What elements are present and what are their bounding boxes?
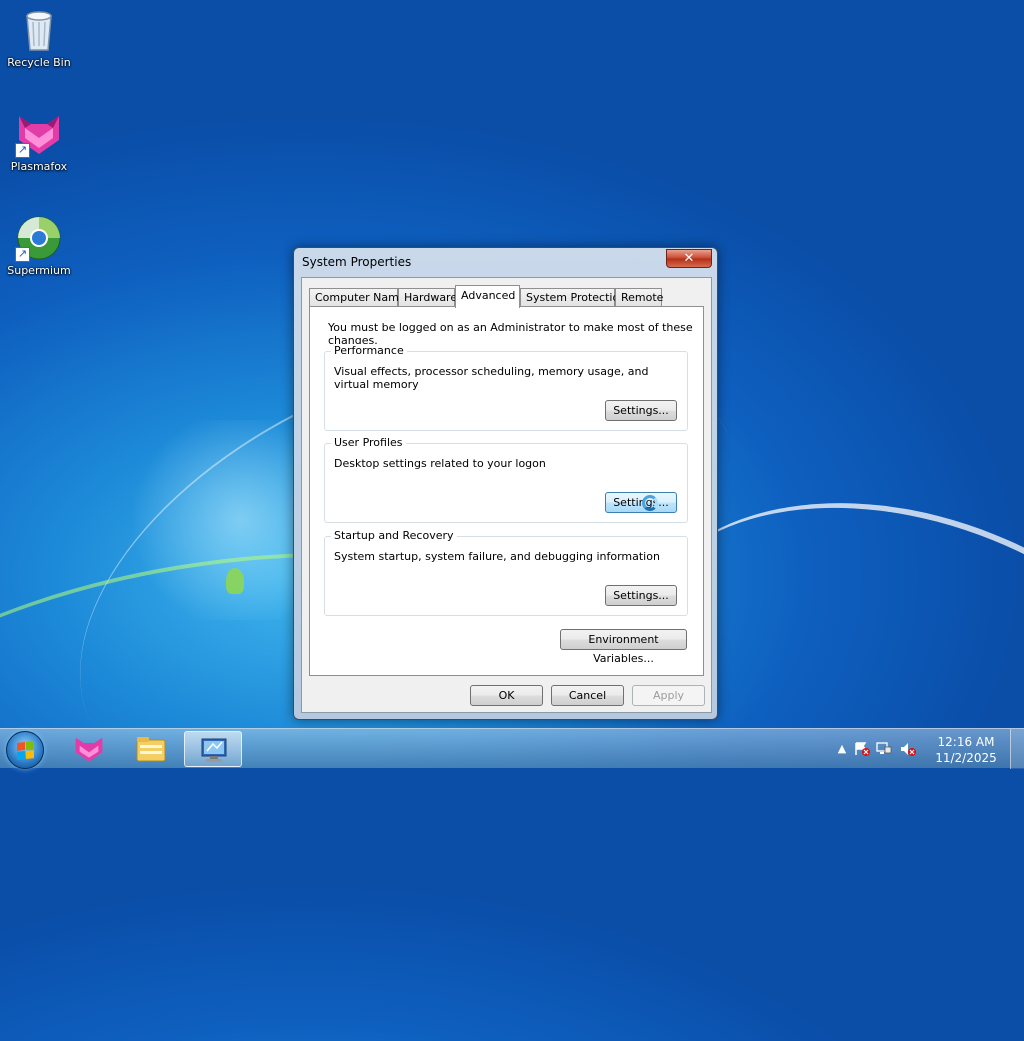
group-description: Desktop settings related to your logon xyxy=(334,457,546,470)
group-description: System startup, system failure, and debu… xyxy=(334,550,660,563)
system-properties-dialog: System Properties ✕ Computer Name Hardwa… xyxy=(293,247,718,720)
shortcut-arrow-icon: ↗ xyxy=(15,143,30,158)
environment-variables-button[interactable]: Environment Variables... xyxy=(560,629,687,665)
volume-muted-icon[interactable] xyxy=(900,742,916,756)
performance-settings-button[interactable]: Settings... xyxy=(605,400,677,421)
desktop-icon-label: Plasmafox xyxy=(10,160,68,173)
startup-recovery-group: Startup and Recovery System startup, sys… xyxy=(324,529,688,616)
action-center-icon[interactable] xyxy=(854,742,870,756)
startup-recovery-settings-button[interactable]: Settings... xyxy=(605,585,677,606)
taskbar: ▲ 12:16 AM 11/2/2025 xyxy=(0,728,1024,769)
desktop-icon-plasmafox[interactable]: ↗ Plasmafox xyxy=(2,110,76,173)
apply-button[interactable]: Apply xyxy=(632,685,705,706)
system-properties-icon xyxy=(201,738,227,762)
tab-advanced[interactable]: Advanced xyxy=(455,285,520,308)
group-title: Performance xyxy=(331,344,407,357)
cancel-button[interactable]: Cancel xyxy=(551,685,624,706)
plasmafox-icon: ↗ xyxy=(15,110,63,158)
clock-time: 12:16 AM xyxy=(937,735,995,749)
close-button[interactable]: ✕ xyxy=(666,249,712,268)
desktop-icon-label: Recycle Bin xyxy=(7,56,71,69)
group-title: User Profiles xyxy=(331,436,406,449)
start-button[interactable] xyxy=(6,731,44,769)
show-hidden-icons-button[interactable]: ▲ xyxy=(834,742,850,756)
taskbar-plasmafox-button[interactable] xyxy=(60,731,118,767)
tab-hardware[interactable]: Hardware xyxy=(398,288,457,307)
dialog-client-area: Computer Name Hardware Advanced System P… xyxy=(301,277,712,713)
clock[interactable]: 12:16 AM 11/2/2025 xyxy=(934,734,998,766)
dialog-titlebar[interactable]: System Properties ✕ xyxy=(294,248,717,276)
user-profiles-group: User Profiles Desktop settings related t… xyxy=(324,436,688,523)
shortcut-arrow-icon: ↗ xyxy=(15,247,30,262)
desktop-icon-supermium[interactable]: ↗ Supermium xyxy=(2,214,76,277)
group-title: Startup and Recovery xyxy=(331,529,457,542)
tab-system-protection[interactable]: System Protection xyxy=(520,288,626,307)
tab-computer-name[interactable]: Computer Name xyxy=(309,288,406,307)
file-explorer-icon xyxy=(136,737,166,762)
windows-start-icon xyxy=(17,741,34,760)
clock-date: 11/2/2025 xyxy=(935,751,997,765)
recycle-bin-icon xyxy=(15,6,63,54)
system-tray: ▲ 12:16 AM 11/2/2025 xyxy=(834,729,1024,769)
tab-remote[interactable]: Remote xyxy=(615,288,663,307)
taskbar-file-explorer-button[interactable] xyxy=(122,731,180,767)
show-desktop-button[interactable] xyxy=(1010,729,1024,769)
taskbar-system-properties-button[interactable] xyxy=(184,731,242,767)
supermium-icon: ↗ xyxy=(15,214,63,262)
network-icon[interactable] xyxy=(876,742,892,756)
plasmafox-icon xyxy=(75,737,103,762)
button-label: Settings... xyxy=(613,496,669,509)
busy-cursor-icon xyxy=(642,495,658,511)
close-icon: ✕ xyxy=(683,251,695,266)
ok-button[interactable]: OK xyxy=(470,685,543,706)
performance-group: Performance Visual effects, processor sc… xyxy=(324,344,688,431)
wallpaper-leaf xyxy=(226,568,244,594)
advanced-tab-panel: You must be logged on as an Administrato… xyxy=(309,306,704,676)
desktop-icon-label: Supermium xyxy=(7,264,71,277)
user-profiles-settings-button[interactable]: Settings... xyxy=(605,492,677,513)
desktop-icon-recycle-bin[interactable]: Recycle Bin xyxy=(2,6,76,69)
dialog-title: System Properties xyxy=(302,255,412,269)
group-description: Visual effects, processor scheduling, me… xyxy=(334,365,649,391)
